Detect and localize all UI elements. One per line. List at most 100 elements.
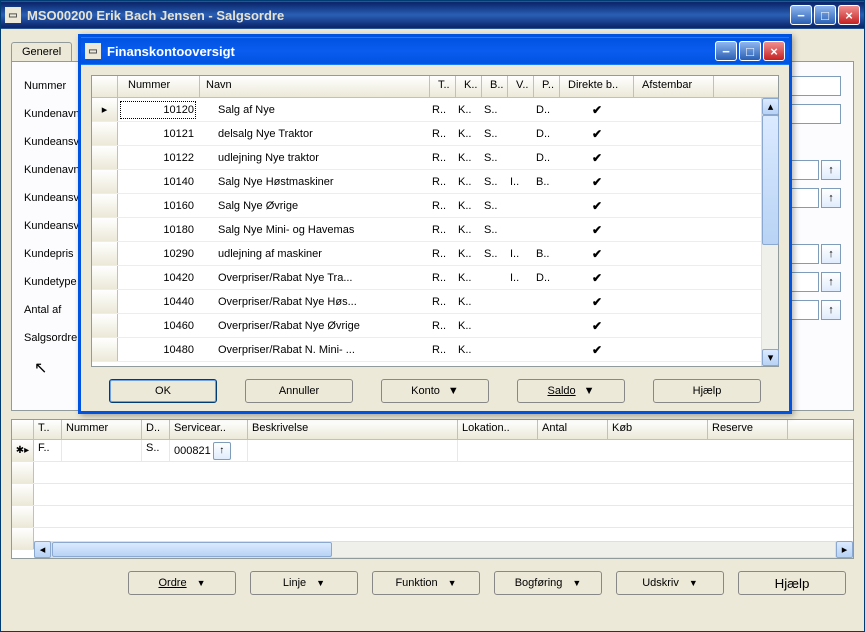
grid-row[interactable]: ✱▸ F.. S.. 000821 ↑ (12, 440, 853, 462)
cell-p[interactable]: B.. (534, 242, 560, 265)
row-marker[interactable] (12, 462, 34, 483)
cell-b[interactable] (482, 290, 508, 313)
account-row[interactable]: 10180Salg Nye Mini- og HavemasR..K..S..✔ (92, 218, 761, 242)
cell-af[interactable] (634, 290, 714, 313)
row-marker[interactable] (92, 266, 118, 289)
cell-p[interactable] (534, 194, 560, 217)
cell-db[interactable]: ✔ (560, 338, 634, 361)
cell-nummer[interactable]: 10121 (118, 122, 200, 145)
gc-beskrivelse[interactable] (248, 440, 458, 461)
cell-navn[interactable]: Salg af Nye (200, 98, 430, 121)
cell-af[interactable] (634, 194, 714, 217)
cell-af[interactable] (634, 122, 714, 145)
cell-nummer[interactable]: 10460 (118, 314, 200, 337)
row-marker[interactable] (92, 146, 118, 169)
cell-v[interactable]: I.. (508, 266, 534, 289)
gh-kob[interactable]: Køb (608, 420, 708, 439)
lookup-btn-6[interactable]: ↑ (821, 244, 841, 264)
cell-p[interactable]: D.. (534, 98, 560, 121)
hjaelp-button[interactable]: Hjælp (738, 571, 846, 595)
hscroll-track[interactable] (51, 541, 836, 558)
row-marker[interactable] (92, 314, 118, 337)
cell-nummer[interactable]: 10420 (118, 266, 200, 289)
grid-row[interactable] (12, 484, 853, 506)
vscroll-up[interactable]: ▴ (762, 98, 779, 115)
saldo-button[interactable]: Saldo▼ (517, 379, 625, 403)
gh-lokation[interactable]: Lokation.. (458, 420, 538, 439)
cell-b[interactable]: S.. (482, 170, 508, 193)
account-row[interactable]: 10122udlejning Nye traktorR..K..S..D..✔ (92, 146, 761, 170)
cell-v[interactable]: I.. (508, 242, 534, 265)
cell-p[interactable] (534, 314, 560, 337)
cell-af[interactable] (634, 218, 714, 241)
cell-db[interactable]: ✔ (560, 314, 634, 337)
gh-beskrivelse[interactable]: Beskrivelse (248, 420, 458, 439)
cell-nummer[interactable]: 10120 (118, 98, 200, 121)
cell-t[interactable]: R.. (430, 170, 456, 193)
account-grid-vscroll[interactable]: ▴ ▾ (761, 98, 778, 366)
cell-v[interactable]: I.. (508, 170, 534, 193)
vscroll-down[interactable]: ▾ (762, 349, 779, 366)
dlg-gh-v[interactable]: V.. (508, 76, 534, 97)
grid-row[interactable] (12, 506, 853, 528)
row-marker[interactable] (12, 484, 34, 505)
cell-k[interactable]: K.. (456, 290, 482, 313)
bogforing-button[interactable]: Bogføring▼ (494, 571, 602, 595)
row-marker-new[interactable]: ✱▸ (12, 440, 34, 461)
dlg-gh-af[interactable]: Afstembar (634, 76, 714, 97)
ordre-button[interactable]: Ordre▼ (128, 571, 236, 595)
cell-k[interactable]: K.. (456, 314, 482, 337)
lookup-btn-8[interactable]: ↑ (821, 300, 841, 320)
cell-v[interactable] (508, 290, 534, 313)
cell-k[interactable]: K.. (456, 146, 482, 169)
gc-nummer[interactable] (62, 440, 142, 461)
gh-nummer[interactable]: Nummer (62, 420, 142, 439)
account-row[interactable]: ▸10120Salg af NyeR..K..S..D..✔ (92, 98, 761, 122)
lookup-btn-3[interactable]: ↑ (821, 160, 841, 180)
lookup-btn-7[interactable]: ↑ (821, 272, 841, 292)
cell-k[interactable]: K.. (456, 218, 482, 241)
konto-button[interactable]: Konto▼ (381, 379, 489, 403)
gh-d[interactable]: D.. (142, 420, 170, 439)
cell-db[interactable]: ✔ (560, 122, 634, 145)
cell-t[interactable]: R.. (430, 338, 456, 361)
main-minimize-button[interactable]: − (790, 5, 812, 25)
cell-b[interactable]: S.. (482, 218, 508, 241)
cell-navn[interactable]: Salg Nye Høstmaskiner (200, 170, 430, 193)
cell-b[interactable]: S.. (482, 242, 508, 265)
dialog-close-button[interactable]: × (763, 41, 785, 61)
cell-navn[interactable]: Overpriser/Rabat Nye Høs... (200, 290, 430, 313)
tab-generel[interactable]: Generel (11, 42, 72, 61)
cell-v[interactable] (508, 314, 534, 337)
servicear-lookup-button[interactable]: ↑ (213, 442, 231, 460)
cell-t[interactable]: R.. (430, 122, 456, 145)
gc-t[interactable]: F.. (34, 440, 62, 461)
main-maximize-button[interactable]: □ (814, 5, 836, 25)
cell-navn[interactable]: Salg Nye Mini- og Havemas (200, 218, 430, 241)
cell-v[interactable] (508, 218, 534, 241)
gc-servicear[interactable]: 000821 ↑ (170, 440, 248, 461)
cell-navn[interactable]: udlejning af maskiner (200, 242, 430, 265)
row-marker[interactable] (12, 506, 34, 527)
cell-p[interactable]: D.. (534, 266, 560, 289)
funktion-button[interactable]: Funktion▼ (372, 571, 480, 595)
cell-af[interactable] (634, 314, 714, 337)
hscroll-thumb[interactable] (52, 542, 332, 557)
cell-b[interactable]: S.. (482, 146, 508, 169)
dialog-maximize-button[interactable]: □ (739, 41, 761, 61)
cell-navn[interactable]: Salg Nye Øvrige (200, 194, 430, 217)
gh-t[interactable]: T.. (34, 420, 62, 439)
cell-af[interactable] (634, 338, 714, 361)
cell-db[interactable]: ✔ (560, 242, 634, 265)
cell-v[interactable] (508, 338, 534, 361)
dlg-gh-b[interactable]: B.. (482, 76, 508, 97)
cell-nummer[interactable]: 10480 (118, 338, 200, 361)
gh-reserve[interactable]: Reserve (708, 420, 788, 439)
dlg-gh-nummer[interactable]: Nummer (118, 76, 200, 97)
gc-d[interactable]: S.. (142, 440, 170, 461)
row-marker[interactable]: ▸ (92, 98, 118, 121)
cell-af[interactable] (634, 98, 714, 121)
cell-af[interactable] (634, 146, 714, 169)
row-marker[interactable] (92, 122, 118, 145)
cell-t[interactable]: R.. (430, 146, 456, 169)
